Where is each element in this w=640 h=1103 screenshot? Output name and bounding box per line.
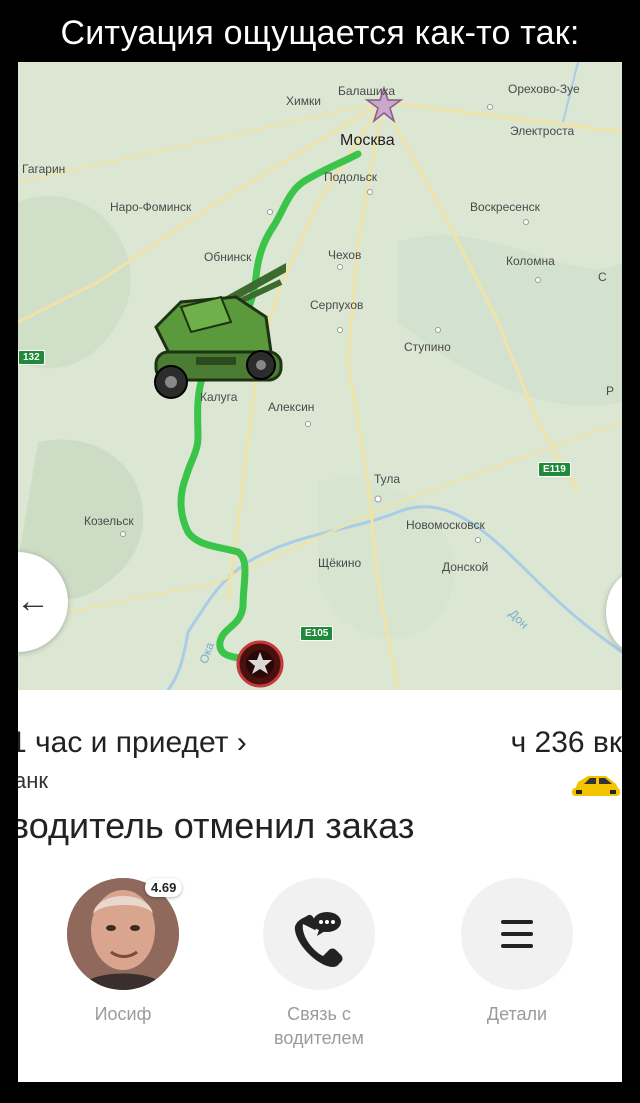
meme-caption: Ситуация ощущается как-то так: — [60, 14, 580, 52]
eta-text[interactable]: 1 час и приедет › — [18, 726, 247, 760]
driver-name: Иосиф — [94, 1004, 152, 1024]
city-label-edge-r: Р — [606, 384, 615, 398]
details-action[interactable]: Детали — [442, 878, 592, 1026]
city-label-obninsk: Обнинск — [204, 250, 252, 264]
road-badge-e105: Е105 — [300, 626, 334, 641]
city-label-elektrostal: Электроста — [510, 124, 575, 138]
car-class-text: анк — [18, 768, 49, 793]
destination-marker-icon — [236, 640, 284, 688]
city-label-gagarin: Гагарин — [22, 162, 66, 176]
phone-message-icon — [294, 912, 343, 967]
city-label-orekhovo: Орехово-Зуе — [508, 82, 580, 96]
contact-driver-action[interactable]: Связь с водителем — [244, 878, 394, 1050]
city-label-balashikha: Балашиха — [338, 84, 396, 98]
driver-rating-badge: 4.69 — [145, 878, 183, 897]
road-badge-132: 132 — [18, 350, 45, 365]
map-canvas — [18, 62, 622, 690]
contact-driver-label: Связь с водителем — [244, 1002, 394, 1050]
tank-icon — [154, 262, 286, 399]
city-label-novomoskovsk: Новомосковск — [406, 518, 485, 532]
city-label-tula: Тула — [374, 472, 401, 486]
price-text: ч 236 вк — [510, 726, 622, 759]
city-label-shchekino: Щёкино — [318, 556, 362, 570]
city-label-edge-c: С — [598, 270, 607, 284]
driver-action[interactable]: Иосиф — [48, 878, 198, 1026]
menu-icon — [501, 920, 533, 948]
map-view[interactable]: Балашиха Орехово-Зуе Химки Москва Электр… — [18, 62, 622, 690]
contact-label-line1: Связь с — [287, 1004, 351, 1024]
road-badge-e119: Е119 — [538, 462, 571, 477]
city-label-khimki: Химки — [286, 94, 321, 108]
city-label-podolsk: Подольск — [324, 170, 377, 184]
city-label-serpukhov: Серпухов — [310, 298, 364, 312]
contact-driver-button[interactable] — [263, 878, 375, 990]
contact-label-line2: водителем — [274, 1028, 364, 1048]
back-arrow-icon: ← — [18, 582, 50, 620]
city-label-kaluga: Калуга — [200, 390, 238, 404]
city-label-aleksin: Алексин — [268, 400, 315, 414]
city-label-naro: Наро-Фоминск — [110, 200, 192, 214]
city-label-voskresensk: Воскресенск — [470, 200, 540, 214]
details-label: Детали — [486, 1004, 548, 1024]
city-label-kolomna: Коломна — [506, 254, 555, 268]
order-status-text: водитель отменил заказ — [18, 805, 415, 846]
taxi-car-icon — [572, 776, 620, 796]
details-button[interactable] — [461, 878, 573, 990]
order-sheet: 1 час и приедет › ч 236 вк анк водитель … — [18, 690, 622, 1082]
city-label-kozelsk: Козельск — [84, 514, 134, 528]
city-label-moscow: Москва — [340, 132, 395, 149]
city-label-stupino: Ступино — [404, 340, 451, 354]
phone-screen: Балашиха Орехово-Зуе Химки Москва Электр… — [18, 62, 622, 1082]
city-label-chekhov: Чехов — [328, 248, 362, 262]
city-label-donskoy: Донской — [442, 560, 489, 574]
